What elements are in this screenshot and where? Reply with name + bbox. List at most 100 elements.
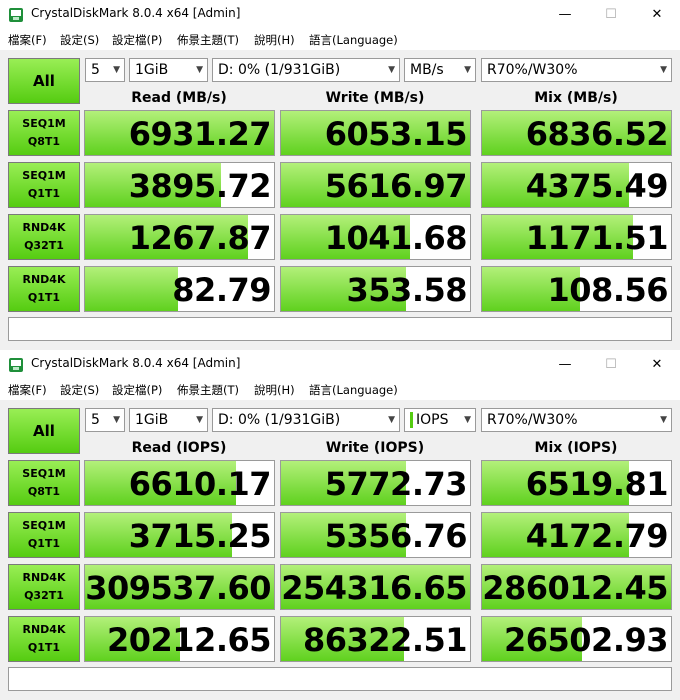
menu-settings[interactable]: 設定(S) <box>60 32 99 48</box>
result-cell: 6519.81 <box>481 460 672 506</box>
window-title: CrystalDiskMark 8.0.4 x64 [Admin] <box>31 356 241 370</box>
minimize-button[interactable]: — <box>542 350 588 379</box>
crystaldiskmark-app-icon <box>9 358 23 372</box>
all-button[interactable]: All <box>8 408 80 454</box>
chevron-down-icon: ▼ <box>113 415 120 425</box>
test-button-seq1m-q8t1[interactable]: SEQ1M Q8T1 <box>8 110 80 156</box>
chevron-down-icon: ▼ <box>388 415 395 425</box>
close-icon: ✕ <box>651 7 663 22</box>
menu-help[interactable]: 說明(H) <box>254 382 295 398</box>
result-value: 6931.27 <box>128 115 272 153</box>
crystaldiskmark-app-icon <box>9 8 23 22</box>
all-button[interactable]: All <box>8 58 80 104</box>
minimize-button[interactable]: — <box>542 0 588 29</box>
result-value: 309537.60 <box>85 569 271 607</box>
result-value: 1267.87 <box>128 219 272 257</box>
close-button[interactable]: ✕ <box>634 0 680 29</box>
comment-input[interactable] <box>8 317 672 341</box>
result-value: 286012.45 <box>482 569 668 607</box>
result-cell: 26502.93 <box>481 616 672 662</box>
drive-select[interactable]: D: 0% (1/931GiB) ▼ <box>212 408 400 432</box>
maximize-button[interactable]: ☐ <box>588 0 634 29</box>
result-cell: 286012.45 <box>481 564 672 610</box>
test-button-rnd4k-q32t1[interactable]: RND4K Q32T1 <box>8 564 80 610</box>
result-cell: 4172.79 <box>481 512 672 558</box>
result-cell: 1171.51 <box>481 214 672 260</box>
chevron-down-icon: ▼ <box>660 415 667 425</box>
menu-file[interactable]: 檔案(F) <box>8 382 47 398</box>
result-value: 6836.52 <box>525 115 669 153</box>
column-header-read: Read (MB/s) <box>131 90 227 106</box>
menu-settings[interactable]: 設定(S) <box>60 382 99 398</box>
unit-select[interactable]: IOPS ▼ <box>404 408 476 432</box>
result-cell: 5356.76 <box>280 512 471 558</box>
window-mbps: CrystalDiskMark 8.0.4 x64 [Admin] — ☐ ✕ … <box>0 0 680 350</box>
result-value: 3715.25 <box>128 517 272 555</box>
result-value: 20212.65 <box>106 621 272 659</box>
title-bar[interactable]: CrystalDiskMark 8.0.4 x64 [Admin] — ☐ ✕ <box>0 0 680 29</box>
menu-theme[interactable]: 佈景主題(T) <box>177 32 239 48</box>
chevron-down-icon: ▼ <box>196 65 203 75</box>
result-cell: 1267.87 <box>84 214 275 260</box>
chevron-down-icon: ▼ <box>113 65 120 75</box>
unit-select[interactable]: MB/s ▼ <box>404 58 476 82</box>
test-count-select[interactable]: 5 ▼ <box>85 408 125 432</box>
close-icon: ✕ <box>651 357 663 372</box>
test-count-select[interactable]: 5 ▼ <box>85 58 125 82</box>
result-value: 4172.79 <box>525 517 669 555</box>
chevron-down-icon: ▼ <box>464 65 471 75</box>
result-value: 4375.49 <box>525 167 669 205</box>
result-value: 86322.51 <box>302 621 468 659</box>
menu-language[interactable]: 語言(Language) <box>309 382 398 398</box>
test-button-seq1m-q1t1[interactable]: SEQ1M Q1T1 <box>8 162 80 208</box>
title-bar[interactable]: CrystalDiskMark 8.0.4 x64 [Admin] — ☐ ✕ <box>0 350 680 379</box>
chevron-down-icon: ▼ <box>464 415 471 425</box>
result-value: 5616.97 <box>324 167 468 205</box>
column-header-read: Read (IOPS) <box>131 440 227 456</box>
chevron-down-icon: ▼ <box>388 65 395 75</box>
test-size-select[interactable]: 1GiB ▼ <box>129 58 208 82</box>
benchmark-panel: All 5 ▼ 1GiB ▼ D: 0% (1/931GiB) ▼ MB/s ▼ R70… <box>0 51 680 350</box>
result-cell: 6610.17 <box>84 460 275 506</box>
result-value: 353.58 <box>346 271 468 309</box>
menu-language[interactable]: 語言(Language) <box>309 32 398 48</box>
result-value: 108.56 <box>547 271 669 309</box>
result-value: 6610.17 <box>128 465 272 503</box>
column-header-mix: Mix (MB/s) <box>534 90 618 106</box>
chevron-down-icon: ▼ <box>196 415 203 425</box>
test-button-seq1m-q8t1[interactable]: SEQ1M Q8T1 <box>8 460 80 506</box>
maximize-button[interactable]: ☐ <box>588 350 634 379</box>
window-title: CrystalDiskMark 8.0.4 x64 [Admin] <box>31 6 241 20</box>
mix-ratio-select[interactable]: R70%/W30% ▼ <box>481 408 672 432</box>
window-iops: CrystalDiskMark 8.0.4 x64 [Admin] — ☐ ✕ … <box>0 350 680 700</box>
result-value: 5356.76 <box>324 517 468 555</box>
test-button-rnd4k-q1t1[interactable]: RND4K Q1T1 <box>8 266 80 312</box>
result-value: 6519.81 <box>525 465 669 503</box>
result-cell: 5616.97 <box>280 162 471 208</box>
result-cell: 82.79 <box>84 266 275 312</box>
result-cell: 254316.65 <box>280 564 471 610</box>
column-header-mix: Mix (IOPS) <box>534 440 618 456</box>
result-cell: 3715.25 <box>84 512 275 558</box>
test-button-seq1m-q1t1[interactable]: SEQ1M Q1T1 <box>8 512 80 558</box>
test-size-select[interactable]: 1GiB ▼ <box>129 408 208 432</box>
menu-profile[interactable]: 設定檔(P) <box>112 32 162 48</box>
menu-profile[interactable]: 設定檔(P) <box>112 382 162 398</box>
result-value: 82.79 <box>172 271 271 309</box>
result-cell: 3895.72 <box>84 162 275 208</box>
comment-input[interactable] <box>8 667 672 691</box>
menu-file[interactable]: 檔案(F) <box>8 32 47 48</box>
result-cell: 6931.27 <box>84 110 275 156</box>
menu-help[interactable]: 說明(H) <box>254 32 295 48</box>
menu-bar: 檔案(F) 設定(S) 設定檔(P) 佈景主題(T) 說明(H) 語言(Lang… <box>0 29 680 50</box>
menu-theme[interactable]: 佈景主題(T) <box>177 382 239 398</box>
mix-ratio-select[interactable]: R70%/W30% ▼ <box>481 58 672 82</box>
minimize-icon: — <box>558 357 572 372</box>
test-button-rnd4k-q1t1[interactable]: RND4K Q1T1 <box>8 616 80 662</box>
drive-select[interactable]: D: 0% (1/931GiB) ▼ <box>212 58 400 82</box>
result-cell: 86322.51 <box>280 616 471 662</box>
column-header-write: Write (IOPS) <box>325 440 425 456</box>
result-cell: 1041.68 <box>280 214 471 260</box>
close-button[interactable]: ✕ <box>634 350 680 379</box>
test-button-rnd4k-q32t1[interactable]: RND4K Q32T1 <box>8 214 80 260</box>
